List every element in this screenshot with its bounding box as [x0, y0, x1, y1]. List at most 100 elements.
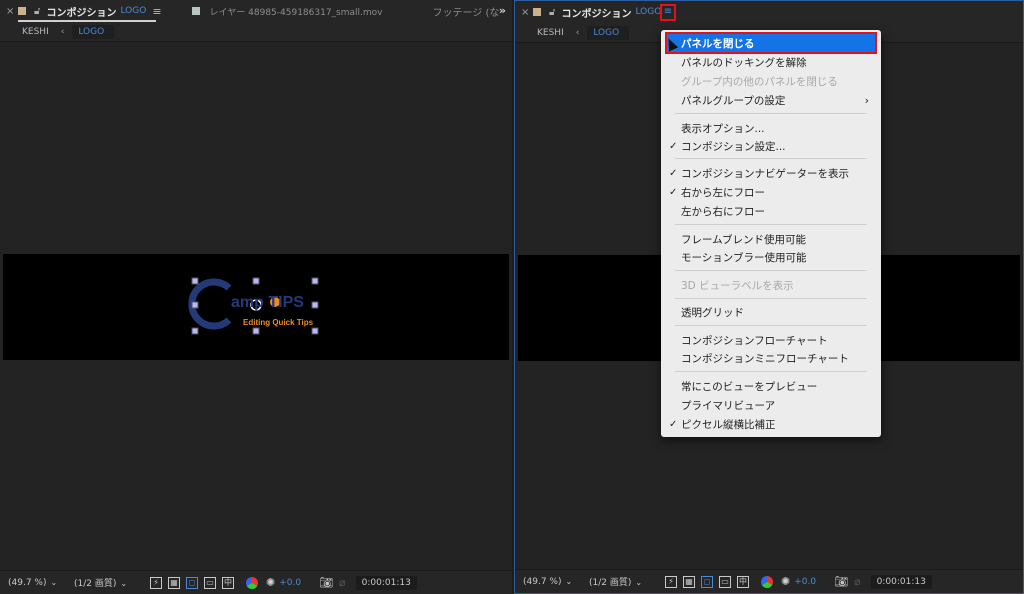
rgb-channel-icon[interactable] — [246, 576, 258, 589]
menu-item-composition-settings[interactable]: ✓ コンポジション設定... — [667, 137, 875, 155]
menu-item-label: 常にこのビューをプレビュー — [681, 380, 818, 393]
show-snapshot-icon[interactable]: ⌀ — [339, 576, 346, 589]
submenu-arrow-icon: › — [864, 93, 869, 107]
show-snapshot-icon[interactable]: ⌀ — [854, 575, 861, 588]
close-tab-icon[interactable]: × — [6, 6, 18, 17]
breadcrumb-logo[interactable]: LOGO — [72, 24, 115, 39]
check-icon: ✓ — [669, 186, 678, 198]
menu-item-label: コンポジション設定... — [681, 140, 786, 153]
composition-color-icon — [18, 7, 26, 15]
right-tab-bar: × 🔓︎ コンポジション LOGO — [515, 1, 1023, 23]
panel-context-menu: パネルを閉じる パネルのドッキングを解除 グループ内の他のパネルを閉じる パネル… — [661, 30, 881, 437]
menu-item-motion-blur[interactable]: モーションブラー使用可能 — [667, 248, 875, 266]
transparency-grid-icon[interactable]: ▦ — [168, 576, 180, 589]
current-time-display[interactable]: 0:00:01:13 — [870, 574, 932, 589]
left-composition-panel: × 🔓︎ コンポジション LOGO ≡ レイヤー 48985-459186317… — [0, 0, 512, 594]
breadcrumb-back-icon[interactable]: ‹ — [61, 27, 65, 37]
lock-icon[interactable]: 🔓︎ — [549, 7, 555, 18]
check-icon: ✓ — [669, 418, 678, 430]
snapshot-camera-icon[interactable]: 📷︎ — [319, 576, 333, 589]
composition-canvas[interactable]: amp TIPS Editing Quick Tips — [3, 254, 509, 360]
exposure-reset-icon[interactable]: ✺ — [781, 575, 790, 588]
check-icon: ✓ — [669, 167, 678, 179]
panel-menu-button[interactable]: ≡ — [660, 4, 676, 21]
menu-item-comp-flowchart[interactable]: コンポジションフローチャート — [667, 331, 875, 349]
tab-layer[interactable]: レイヤー 48985-459186317_small.mov — [191, 5, 383, 18]
menu-item-label: ピクセル縦横比補正 — [681, 418, 776, 431]
breadcrumb-back-icon[interactable]: ‹ — [576, 28, 580, 38]
grid-guides-icon[interactable]: 中 — [737, 575, 749, 588]
menu-separator — [675, 371, 867, 372]
exposure-value[interactable]: +0.0 — [794, 577, 816, 587]
exposure-reset-icon[interactable]: ✺ — [266, 576, 275, 589]
breadcrumb-keshi[interactable]: KESHI — [537, 28, 564, 38]
menu-item-undock-panel[interactable]: パネルのドッキングを解除 — [667, 53, 875, 71]
breadcrumb: KESHI ‹ LOGO — [0, 22, 512, 42]
menu-item-primary-viewer[interactable]: プライマリビューア — [667, 396, 875, 414]
mask-visibility-icon[interactable]: ◻ — [186, 576, 198, 589]
viewer-bottom-bar: (49.7 %) ⌄ (1/2 画質) ⌄ ⚡︎ ▦ ◻ ▭ 中 ✺ +0.0 📷︎… — [0, 570, 512, 594]
menu-item-view-options[interactable]: 表示オプション... — [667, 119, 875, 137]
menu-separator — [675, 325, 867, 326]
transparency-grid-icon[interactable]: ▦ — [683, 575, 695, 588]
composition-viewer[interactable]: amp TIPS Editing Quick Tips — [0, 43, 512, 570]
menu-item-label: コンポジションミニフローチャート — [681, 352, 849, 365]
left-tab-bar: × 🔓︎ コンポジション LOGO ≡ レイヤー 48985-459186317… — [0, 0, 512, 22]
tab-composition-title[interactable]: コンポジション — [561, 5, 631, 20]
rgb-channel-icon[interactable] — [761, 575, 773, 588]
menu-item-transparency-grid[interactable]: 透明グリッド — [667, 303, 875, 321]
fast-preview-icon[interactable]: ⚡︎ — [150, 576, 162, 589]
menu-item-flow-right-to-left[interactable]: ✓ 右から左にフロー — [667, 183, 875, 201]
lock-icon[interactable]: 🔓︎ — [34, 6, 40, 17]
composition-color-icon — [533, 8, 541, 16]
logo-title-text: amp TIPS — [231, 294, 304, 311]
breadcrumb-keshi[interactable]: KESHI — [22, 27, 49, 37]
menu-item-flow-left-to-right[interactable]: 左から右にフロー — [667, 202, 875, 220]
menu-item-label: 表示オプション... — [681, 122, 765, 135]
menu-separator — [675, 113, 867, 114]
logo-subtitle-text: Editing Quick Tips — [243, 318, 314, 327]
tab-composition-name[interactable]: LOGO — [120, 6, 146, 16]
safe-margins-icon[interactable]: ▭ — [204, 576, 216, 589]
panel-menu-icon[interactable]: ≡ — [152, 5, 161, 18]
menu-item-frame-blending[interactable]: フレームブレンド使用可能 — [667, 230, 875, 248]
menu-separator — [675, 270, 867, 271]
safe-margins-icon[interactable]: ▭ — [719, 575, 731, 588]
menu-item-comp-mini-flowchart[interactable]: コンポジションミニフローチャート — [667, 349, 875, 367]
fast-preview-icon[interactable]: ⚡︎ — [665, 575, 677, 588]
menu-item-label: コンポジションフローチャート — [681, 334, 828, 347]
tab-overflow-icon[interactable]: » — [499, 4, 506, 17]
current-time-display[interactable]: 0:00:01:13 — [355, 575, 417, 590]
zoom-dropdown[interactable]: (49.7 %) ⌄ — [8, 578, 60, 588]
menu-item-label: パネルグループの設定 — [681, 94, 786, 107]
tab-layer-label: レイヤー 48985-459186317_small.mov — [209, 7, 383, 18]
menu-item-show-navigator[interactable]: ✓ コンポジションナビゲーターを表示 — [667, 164, 875, 182]
menu-item-always-preview[interactable]: 常にこのビューをプレビュー — [667, 377, 875, 395]
tab-footage[interactable]: フッテージ (な — [432, 4, 499, 19]
exposure-value[interactable]: +0.0 — [279, 578, 301, 588]
resolution-dropdown[interactable]: (1/2 画質) ⌄ — [74, 576, 144, 589]
resolution-dropdown[interactable]: (1/2 画質) ⌄ — [589, 575, 659, 588]
menu-item-label: フレームブレンド使用可能 — [681, 233, 807, 246]
breadcrumb-logo[interactable]: LOGO — [587, 25, 630, 40]
menu-item-close-panel[interactable]: パネルを閉じる — [665, 32, 877, 54]
menu-item-label: 左から右にフロー — [681, 205, 765, 218]
zoom-dropdown[interactable]: (49.7 %) ⌄ — [523, 577, 575, 587]
menu-item-label: プライマリビューア — [681, 399, 776, 412]
mask-visibility-icon[interactable]: ◻ — [701, 575, 713, 588]
menu-separator — [675, 224, 867, 225]
menu-item-pixel-aspect-correction[interactable]: ✓ ピクセル縦横比補正 — [667, 415, 875, 433]
close-tab-icon[interactable]: × — [521, 7, 533, 18]
check-icon: ✓ — [669, 140, 678, 152]
grid-guides-icon[interactable]: 中 — [222, 576, 234, 589]
viewer-bottom-bar: (49.7 %) ⌄ (1/2 画質) ⌄ ⚡︎ ▦ ◻ ▭ 中 ✺ +0.0 📷︎… — [515, 569, 1023, 593]
menu-item-label: パネルのドッキングを解除 — [681, 56, 807, 69]
snapshot-camera-icon[interactable]: 📷︎ — [834, 575, 848, 588]
menu-item-label: 右から左にフロー — [681, 186, 765, 199]
tab-composition-name[interactable]: LOGO — [635, 7, 661, 17]
menu-item-panel-group-settings[interactable]: パネルグループの設定 › — [667, 91, 875, 109]
menu-item-label: モーションブラー使用可能 — [681, 251, 807, 264]
tab-composition-title[interactable]: コンポジション — [46, 4, 116, 19]
menu-item-close-other-panels: グループ内の他のパネルを閉じる — [667, 72, 875, 90]
layer-icon — [191, 7, 200, 15]
